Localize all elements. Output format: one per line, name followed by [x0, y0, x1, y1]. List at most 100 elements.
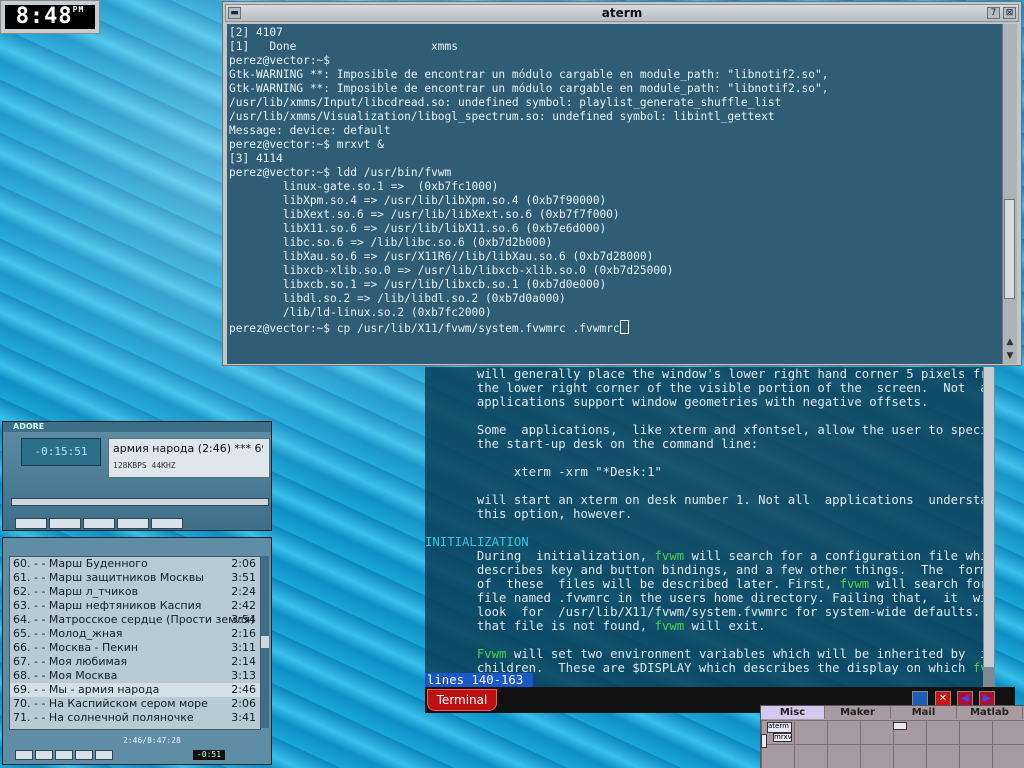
adore-title[interactable]: ADORE	[3, 422, 271, 432]
playlist-item-title: 66. - - Москва - Пекин	[13, 641, 139, 654]
man-keyword: fvwm	[839, 577, 870, 591]
playlist-item-duration: 3:51	[231, 571, 256, 584]
aterm-scrollbar[interactable]: ▲ ▼	[1002, 24, 1017, 364]
playlist-item-title: 67. - - Моя любимая	[13, 655, 128, 668]
man-text: this option, however.	[425, 507, 633, 521]
playlist-item-duration: 2:46	[231, 683, 256, 696]
man-line	[425, 521, 995, 535]
man-page-terminal[interactable]: will generally place the window's lower …	[425, 367, 995, 687]
man-text: will set two environment variables which…	[506, 647, 995, 661]
terminal-line: [1] Done xmms	[229, 40, 459, 53]
playlist-misc-button[interactable]	[75, 750, 93, 760]
playlist-item-duration: 3:54	[231, 613, 256, 626]
stop-button[interactable]	[117, 518, 149, 529]
man-text: xterm -xrm "*Desk:1"	[425, 465, 662, 479]
cursor	[619, 320, 629, 334]
man-line: of these files will be described later. …	[425, 577, 995, 591]
pager-desk-mail[interactable]: Mail	[891, 706, 957, 719]
playlist-item-duration: 2:06	[231, 697, 256, 710]
playlist-list-button[interactable]	[95, 750, 113, 760]
aterm-scroll-thumb[interactable]	[1004, 199, 1015, 299]
adore-time-display: -0:15:51	[21, 438, 101, 466]
clock-time: 8:48	[15, 4, 73, 29]
playlist-elapsed: -0:51	[193, 750, 225, 760]
man-text: will exit.	[684, 619, 766, 633]
playlist-item[interactable]: 70. - - На Каспийском сером море 2:06	[10, 697, 260, 711]
clock-ampm: PM	[72, 5, 85, 14]
man-text	[425, 647, 477, 661]
man-line: INITIALIZATION	[425, 535, 995, 549]
man-line: During initialization, fvwm will search …	[425, 549, 995, 563]
playlist-remove-button[interactable]	[35, 750, 53, 760]
playlist-item-title: 64. - - Матросское сердце (Прости земля)	[13, 613, 255, 626]
playlist-item[interactable]: 71. - - На солнечной поляночке 3:41	[10, 711, 260, 725]
playlist-item[interactable]: 60. - - Марш Буденного 2:06	[10, 557, 260, 571]
terminal-line: /usr/lib/xmms/Visualization/libogl_spect…	[229, 110, 775, 123]
terminal-line: libXau.so.6 => /usr/X11R6//lib/libXau.so…	[229, 250, 654, 263]
playlist-add-button[interactable]	[15, 750, 33, 760]
playlist-item-title: 70. - - На Каспийском сером море	[13, 697, 208, 710]
scroll-up-arrow-icon[interactable]: ▲	[1004, 336, 1016, 348]
next-button[interactable]	[151, 518, 183, 529]
pager-desk-misc[interactable]: Misc	[761, 706, 825, 719]
playlist-item[interactable]: 66. - - Москва - Пекин 3:11	[10, 641, 260, 655]
man-line: xterm -xrm "*Desk:1"	[425, 465, 995, 479]
playlist-item-duration: 2:06	[231, 557, 256, 570]
maximize-button[interactable]: ⊠	[1003, 7, 1016, 19]
man-keyword: fvwm	[654, 549, 685, 563]
man-text: applications support window geometries w…	[425, 395, 929, 409]
man-text: During initialization,	[425, 549, 655, 563]
man-line: the lower right corner of the visible po…	[425, 381, 995, 395]
playlist-item-title: 69. - - Мы - армия народа	[13, 683, 160, 696]
man-page-text: will generally place the window's lower …	[425, 367, 995, 675]
man-line	[425, 451, 995, 465]
pager-mini-window-mrxvt[interactable]: mrxv	[773, 733, 792, 742]
pager-mini-window[interactable]	[893, 722, 907, 730]
playlist-scrollbar[interactable]	[261, 556, 269, 728]
terminal-line: [2] 4107	[229, 26, 283, 39]
pager-desk-matlab[interactable]: Matlab	[957, 706, 1023, 719]
man-line	[425, 479, 995, 493]
terminal-line: /usr/lib/xmms/Input/libcdread.so: undefi…	[229, 96, 782, 109]
pager-status-line: lines 140-163	[425, 673, 533, 687]
tab-terminal[interactable]: Terminal	[427, 689, 497, 711]
aterm-terminal-output[interactable]: [2] 4107 [1] Done xmms perez@vector:~$ Gtk-…	[227, 24, 1002, 364]
playlist-list[interactable]: 60. - - Марш Буденного 2:06 61. - - Марш з…	[9, 556, 261, 730]
playlist-item[interactable]: 69. - - Мы - армия народа 2:46	[10, 683, 260, 697]
aterm-titlebar[interactable]: ▬ aterm 7 ⊠	[225, 4, 1019, 22]
playlist-item[interactable]: 61. - - Марш защитников Москвы 3:51	[10, 571, 260, 585]
pause-button[interactable]	[83, 518, 115, 529]
man-scroll-thumb[interactable]	[984, 367, 994, 667]
playlist-item[interactable]: 64. - - Матросское сердце (Прости земля)…	[10, 613, 260, 627]
adore-info-panel: армия народа (2:46) *** 69. - 128KBPS 44…	[108, 438, 270, 478]
clock-face: 8:48PM	[5, 5, 95, 29]
terminal-line: perez@vector:~$ cp /usr/lib/X11/fvwm/sys…	[229, 320, 1002, 336]
man-line: look for /usr/lib/X11/fvwm/system.fvwmrc…	[425, 605, 995, 619]
man-scrollbar[interactable]	[983, 367, 995, 687]
playlist-select-button[interactable]	[55, 750, 73, 760]
pager-mini-window[interactable]	[761, 734, 767, 748]
man-section-header: INITIALIZATION	[425, 535, 529, 549]
scroll-down-arrow-icon[interactable]: ▼	[1004, 350, 1016, 362]
terminal-line: libXpm.so.4 => /usr/lib/libXpm.so.4 (0xb…	[229, 194, 607, 207]
terminal-line: libdl.so.2 => /lib/libdl.so.2 (0xb7d0a00…	[229, 292, 566, 305]
prev-button[interactable]	[15, 518, 47, 529]
man-text: will search for a	[869, 577, 995, 591]
playlist-item[interactable]: 63. - - Марш нефтяников Каспия 2:42	[10, 599, 260, 613]
playlist-item[interactable]: 62. - - Марш л_тчиков 2:24	[10, 585, 260, 599]
pager-mini-window-aterm[interactable]: aterm	[767, 722, 792, 733]
man-text: of these files will be described later. …	[425, 577, 840, 591]
playlist-item-duration: 3:13	[231, 669, 256, 682]
iconify-button[interactable]: 7	[987, 7, 1000, 19]
terminal-line: linux-gate.so.1 => (0xb7fc1000)	[229, 180, 499, 193]
playlist-item[interactable]: 68. - - Моя Москва 3:13	[10, 669, 260, 683]
pager-desk-maker[interactable]: Maker	[825, 706, 891, 719]
aterm-window: ▬ aterm 7 ⊠ [2] 4107 [1] Done xmms perez@v…	[222, 1, 1022, 366]
adore-seek-bar[interactable]	[11, 498, 269, 506]
playlist-item[interactable]: 65. - - Молод_жная 2:16	[10, 627, 260, 641]
playlist-scroll-thumb[interactable]	[261, 636, 269, 648]
man-line: this option, however.	[425, 507, 995, 521]
play-button[interactable]	[49, 518, 81, 529]
playlist-item[interactable]: 67. - - Моя любимая 2:14	[10, 655, 260, 669]
playlist-item-duration: 2:24	[231, 585, 256, 598]
